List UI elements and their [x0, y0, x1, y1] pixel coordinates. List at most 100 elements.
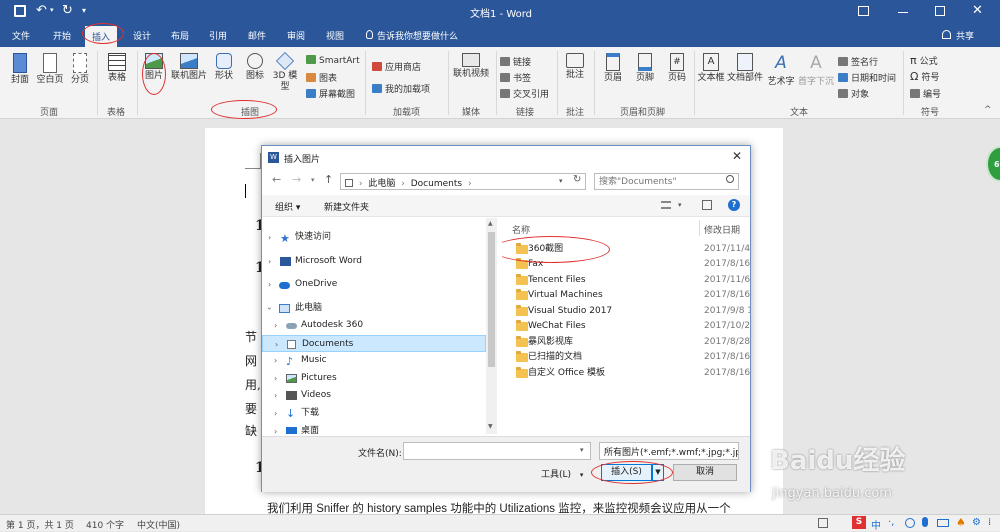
file-row[interactable]: 暴风影视库 2017/8/28	[502, 335, 750, 350]
nav-music[interactable]: › ♪ Music	[262, 352, 486, 369]
page-number-button[interactable]: # 页码	[664, 53, 690, 84]
tab-file[interactable]: 文件	[12, 29, 30, 42]
store-button[interactable]: 应用商店	[372, 60, 421, 73]
tab-review[interactable]: 审阅	[287, 29, 305, 42]
column-header-name[interactable]: 名称	[512, 223, 530, 236]
online-video-button[interactable]: 联机视频	[452, 53, 490, 80]
smartart-button[interactable]: SmartArt	[306, 55, 360, 66]
ime-emoji-icon[interactable]	[905, 518, 915, 528]
help-icon[interactable]: ?	[728, 199, 740, 211]
filename-dropdown-icon[interactable]: ▾	[580, 446, 584, 454]
expand-arrow-icon[interactable]: ›	[274, 317, 277, 334]
shapes-button[interactable]: 形状	[212, 53, 236, 82]
expand-arrow-icon[interactable]: ›	[275, 336, 278, 353]
maximize-icon[interactable]	[935, 6, 945, 16]
expand-arrow-icon[interactable]: ›	[274, 387, 277, 404]
screenshot-button[interactable]: 屏幕截图	[306, 87, 355, 100]
nav-this-pc[interactable]: › 此电脑	[262, 300, 486, 317]
date-time-button[interactable]: 日期和时间	[838, 71, 896, 84]
ime-more-icon[interactable]: ⁞	[988, 517, 991, 528]
preview-pane-icon[interactable]	[702, 200, 712, 210]
nav-desktop[interactable]: › 桌面	[262, 423, 486, 434]
3d-models-button[interactable]: 3D 模型	[272, 51, 298, 93]
organize-button[interactable]: 组织 ▾	[275, 200, 300, 213]
file-row[interactable]: Virtual Machines 2017/8/16	[502, 288, 750, 303]
cross-reference-button[interactable]: 交叉引用	[500, 87, 549, 100]
sogou-ime-icon[interactable]: S	[852, 516, 866, 529]
column-header-modified[interactable]: 修改日期	[704, 223, 740, 236]
file-row[interactable]: 自定义 Office 模板 2017/8/16	[502, 366, 750, 381]
address-dropdown-icon[interactable]: ▾	[559, 177, 563, 185]
back-icon[interactable]: ←	[272, 173, 281, 186]
share-button[interactable]: 共享	[956, 29, 974, 42]
expand-arrow-icon[interactable]: ›	[274, 370, 277, 387]
collapse-ribbon-icon[interactable]: ^	[984, 105, 992, 115]
ime-voice-icon[interactable]	[922, 517, 928, 527]
expand-arrow-icon[interactable]: ›	[274, 352, 277, 369]
file-row[interactable]: Visual Studio 2017 2017/9/8 1	[502, 304, 750, 319]
tab-design[interactable]: 设计	[133, 29, 151, 42]
scroll-down-icon[interactable]: ▼	[488, 423, 493, 430]
my-addins-button[interactable]: 我的加载项	[372, 82, 430, 95]
nav-pictures[interactable]: › Pictures	[262, 370, 486, 387]
quick-parts-button[interactable]: 文档部件	[727, 53, 763, 84]
collapse-arrow-icon[interactable]: ›	[262, 307, 278, 310]
nav-scroll-thumb[interactable]	[488, 232, 495, 367]
icons-button[interactable]: 图标	[243, 53, 267, 82]
status-language[interactable]: 中文(中国)	[137, 518, 180, 531]
ime-keyboard-icon[interactable]	[937, 519, 949, 527]
drop-cap-button[interactable]: A 首字下沉	[798, 53, 834, 88]
nav-onedrive[interactable]: › OneDrive	[262, 276, 486, 293]
file-type-select[interactable]: 所有图片(*.emf;*.wmf;*.jpg;*.jp	[599, 442, 739, 460]
cancel-button[interactable]: 取消	[673, 464, 737, 481]
ime-punctuation-icon[interactable]: ·,	[888, 517, 894, 528]
redo-icon[interactable]: ↻	[62, 3, 73, 18]
wordart-button[interactable]: A 艺术字	[766, 53, 796, 88]
numbering-button[interactable]: 编号	[910, 87, 941, 100]
expand-arrow-icon[interactable]: ›	[274, 423, 277, 434]
table-button[interactable]: 表格	[102, 53, 132, 84]
share-icon[interactable]	[942, 30, 951, 39]
undo-icon[interactable]: ↶	[36, 3, 47, 18]
equation-button[interactable]: π 公式	[910, 54, 938, 67]
chart-button[interactable]: 图表	[306, 71, 337, 84]
header-button[interactable]: 页眉	[600, 53, 626, 84]
breadcrumb-documents[interactable]: Documents	[411, 179, 462, 189]
expand-arrow-icon[interactable]: ›	[268, 253, 271, 270]
symbol-button[interactable]: Ω 符号	[910, 70, 939, 83]
close-icon[interactable]: ✕	[972, 3, 983, 18]
ime-settings-icon[interactable]: ⚙	[972, 517, 981, 528]
filename-input[interactable]	[403, 442, 591, 460]
tab-mailings[interactable]: 邮件	[248, 29, 266, 42]
link-button[interactable]: 链接	[500, 55, 531, 68]
tab-home[interactable]: 开始	[53, 29, 71, 42]
nav-autodesk-360[interactable]: › Autodesk 360	[262, 317, 486, 334]
ime-skin-icon[interactable]: ♠	[956, 516, 966, 529]
refresh-icon[interactable]: ↻	[573, 174, 581, 185]
breadcrumb-this-pc[interactable]: 此电脑	[368, 179, 395, 189]
nav-quick-access[interactable]: › ★ 快速访问	[262, 229, 486, 246]
customize-qat-icon[interactable]: ▾	[82, 6, 86, 15]
save-icon[interactable]	[14, 5, 26, 17]
scroll-up-icon[interactable]: ▲	[488, 220, 493, 227]
file-row[interactable]: Tencent Files 2017/11/6	[502, 273, 750, 288]
search-input[interactable]	[594, 173, 739, 190]
page-break-button[interactable]: 分页	[67, 53, 93, 86]
forward-icon[interactable]: →	[292, 173, 301, 186]
nav-microsoft-word[interactable]: › Microsoft Word	[262, 253, 486, 270]
dialog-close-icon[interactable]: ✕	[732, 149, 742, 163]
online-pictures-button[interactable]: 联机图片	[170, 53, 208, 82]
cover-page-button[interactable]: 封面	[6, 53, 34, 86]
view-options-icon[interactable]	[661, 201, 671, 209]
object-button[interactable]: 对象	[838, 87, 869, 100]
ribbon-display-options-icon[interactable]	[858, 6, 869, 16]
blank-page-button[interactable]: 空白页	[36, 53, 64, 86]
expand-arrow-icon[interactable]: ›	[274, 405, 277, 422]
new-folder-button[interactable]: 新建文件夹	[324, 200, 369, 213]
print-layout-icon[interactable]	[818, 518, 828, 528]
ime-chinese-mode-icon[interactable]: 中	[871, 517, 881, 532]
recent-locations-icon[interactable]: ▾	[311, 176, 315, 184]
footer-button[interactable]: 页脚	[632, 53, 658, 84]
tab-layout[interactable]: 布局	[171, 29, 189, 42]
undo-dropdown-icon[interactable]: ▾	[50, 6, 54, 14]
